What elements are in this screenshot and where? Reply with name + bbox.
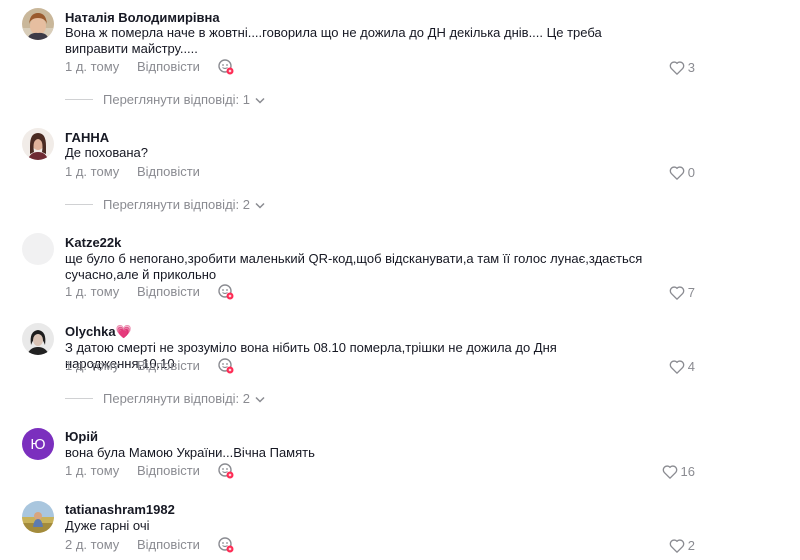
like-button[interactable]: 2	[669, 537, 695, 553]
avatar[interactable]	[22, 8, 54, 40]
view-replies-button[interactable]: Переглянути відповіді: 2	[65, 390, 265, 406]
view-replies-button[interactable]: Переглянути відповіді: 2	[65, 196, 265, 212]
sticker-icon[interactable]	[217, 357, 235, 375]
heart-icon	[669, 285, 685, 300]
avatar[interactable]	[22, 128, 54, 160]
comment-time: 2 д. тому	[65, 537, 120, 552]
like-count: 0	[687, 164, 695, 180]
sticker-icon[interactable]	[217, 536, 235, 554]
comment-text: вона була Мамою України...Вічна Память	[65, 445, 315, 460]
divider-line	[65, 397, 93, 399]
divider-line	[65, 98, 93, 100]
avatar[interactable]: Ю	[22, 428, 54, 460]
comment-username[interactable]: Наталія Володимирівна	[65, 10, 220, 25]
comment-text: Дуже гарні очі	[65, 518, 150, 533]
heart-icon	[669, 359, 685, 374]
reply-button[interactable]: Відповісти	[137, 537, 200, 552]
like-count: 7	[687, 284, 695, 300]
comment-username[interactable]: Katze22k	[65, 235, 121, 250]
like-button[interactable]: 3	[669, 59, 695, 75]
comment-username[interactable]: ГАННА	[65, 130, 109, 145]
comment-time: 1 д. тому	[65, 358, 120, 373]
comment-time: 1 д. тому	[65, 463, 120, 478]
avatar-letter: Ю	[30, 435, 46, 453]
like-count: 3	[687, 59, 695, 75]
like-button[interactable]: 16	[662, 463, 695, 479]
like-count: 4	[687, 358, 695, 374]
reply-button[interactable]: Відповісти	[137, 59, 200, 74]
chevron-down-icon	[255, 391, 265, 406]
like-button[interactable]: 7	[669, 284, 695, 300]
comment-time: 1 д. тому	[65, 164, 120, 179]
heart-icon	[669, 538, 685, 553]
comment-time: 1 д. тому	[65, 284, 120, 299]
reply-button[interactable]: Відповісти	[137, 358, 200, 373]
comment-username[interactable]: tatianashram1982	[65, 502, 175, 517]
avatar[interactable]	[22, 233, 54, 265]
divider-line	[65, 203, 93, 205]
view-replies-label: Переглянути відповіді: 1	[103, 91, 250, 107]
chevron-down-icon	[255, 92, 265, 107]
view-replies-button[interactable]: Переглянути відповіді: 1	[65, 91, 265, 107]
sticker-icon[interactable]	[217, 58, 235, 76]
comment-text: Де похована?	[65, 145, 148, 160]
comment-text: ще було б непогано,зробити маленький QR-…	[65, 251, 643, 282]
like-count: 2	[687, 537, 695, 553]
view-replies-label: Переглянути відповіді: 2	[103, 390, 250, 406]
reply-button[interactable]: Відповісти	[137, 284, 200, 299]
like-button[interactable]: 0	[669, 164, 695, 180]
view-replies-label: Переглянути відповіді: 2	[103, 196, 250, 212]
like-count: 16	[680, 463, 695, 479]
heart-icon	[669, 165, 685, 180]
reply-button[interactable]: Відповісти	[137, 463, 200, 478]
like-button[interactable]: 4	[669, 358, 695, 374]
chevron-down-icon	[255, 197, 265, 212]
comment-text: Вона ж померла наче в жовтні....говорила…	[65, 25, 602, 56]
avatar[interactable]	[22, 323, 54, 355]
sticker-icon[interactable]	[217, 462, 235, 480]
comment-username[interactable]: Юрій	[65, 429, 98, 444]
sticker-icon[interactable]	[217, 283, 235, 301]
avatar[interactable]	[22, 501, 54, 533]
heart-icon	[662, 464, 678, 479]
heart-icon	[669, 60, 685, 75]
reply-button[interactable]: Відповісти	[137, 164, 200, 179]
comment-time: 1 д. тому	[65, 59, 120, 74]
comment-username[interactable]: Olychka💗	[65, 324, 132, 340]
